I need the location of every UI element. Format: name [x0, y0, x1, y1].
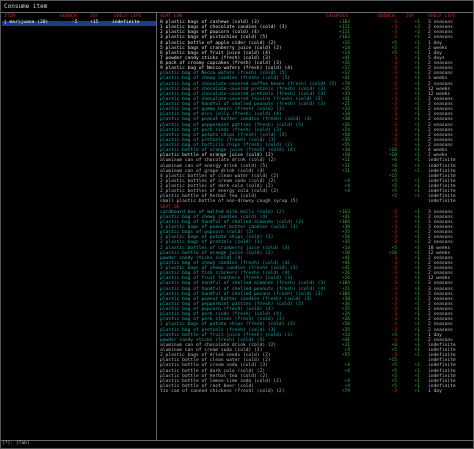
panel-divider	[156, 12, 157, 441]
status-bar: [?]: [Tab]	[2, 441, 30, 446]
item-name: j marijuana (20)	[4, 20, 49, 25]
header-joy: JOY	[406, 14, 415, 19]
item-quench: -3	[391, 389, 397, 394]
selected-item-row[interactable]: j marijuana (20) -5 +15 indefinite	[2, 20, 156, 26]
list-item[interactable]: tin can of canned chickens (fresh) (cold…	[158, 389, 470, 395]
item-shelf-life: 1 day	[428, 389, 442, 394]
item-name: tin can of canned chickens (fresh) (cold…	[160, 389, 285, 394]
item-shelf-life: indefinite	[112, 20, 140, 25]
dialog-title: Consume item	[4, 3, 48, 10]
item-joy: +15	[90, 20, 99, 25]
status-divider	[1, 440, 473, 441]
title-divider	[1, 12, 473, 13]
item-joy: +1	[414, 389, 420, 394]
item-list: 0 plastic bags of cashews (cold) (3) +163…	[158, 20, 470, 395]
item-calories: +79	[341, 389, 350, 394]
item-quench: -5	[72, 20, 78, 25]
